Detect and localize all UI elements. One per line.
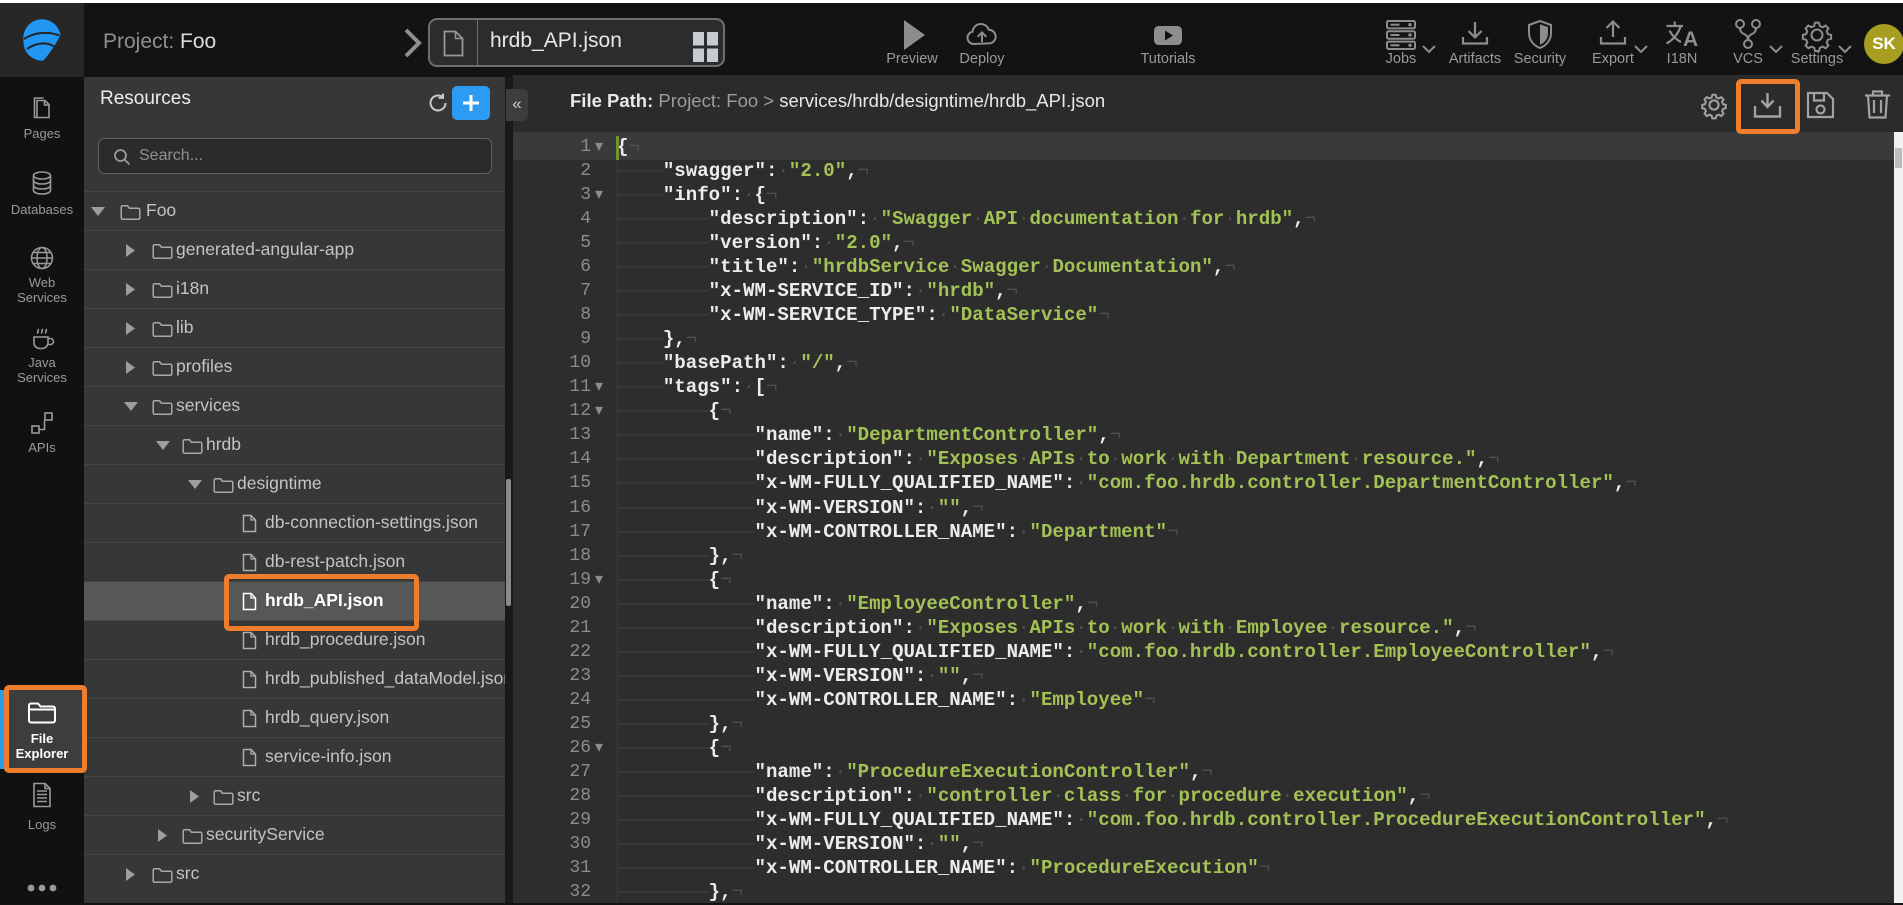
- svg-text:A: A: [1683, 28, 1698, 51]
